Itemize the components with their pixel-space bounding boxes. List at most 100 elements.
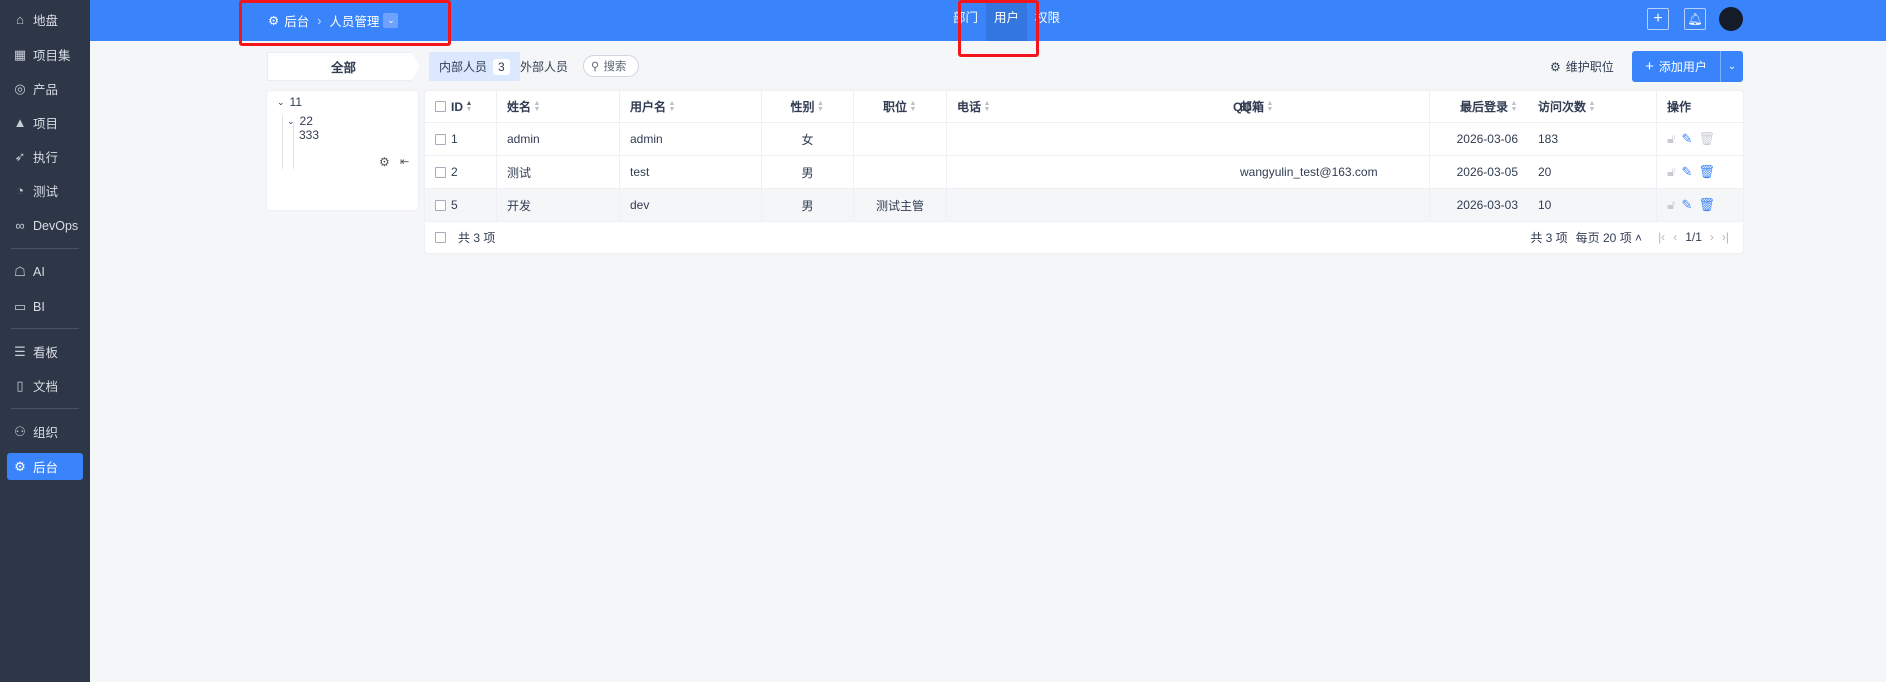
breadcrumb-backend[interactable]: 后台 — [284, 11, 309, 30]
page-size-select[interactable]: 每页 20 项 ˄ — [1576, 229, 1642, 246]
sidebar-item[interactable]: ⚙ 后台 — [7, 453, 83, 480]
row-checkbox[interactable] — [435, 166, 446, 178]
grid-icon: ▦ — [13, 46, 27, 62]
tab-department[interactable]: 部门 — [945, 0, 986, 41]
row-checkbox[interactable] — [435, 133, 446, 145]
tree-guide-line — [293, 122, 294, 169]
avatar[interactable] — [1719, 7, 1743, 31]
cell-phone — [947, 156, 1090, 188]
search-button[interactable]: ⚲ 搜索 — [583, 55, 639, 77]
chevron-down-icon[interactable]: ⌄ — [1721, 61, 1743, 72]
search-label: 搜索 — [603, 61, 627, 73]
chevron-down-icon[interactable]: ⌄ — [277, 97, 285, 108]
row-checkbox[interactable] — [435, 199, 446, 211]
sidebar-item[interactable]: ⚇ 组织 — [7, 418, 83, 445]
plus-icon[interactable]: + — [1647, 8, 1669, 30]
cell-id: 1 — [425, 123, 497, 155]
sidebar-item[interactable]: ▯ 文档 — [7, 372, 83, 399]
tree-node[interactable]: ⌄ 11 — [277, 94, 302, 110]
maintain-position-button[interactable]: ⚙ 维护职位 — [1550, 52, 1614, 81]
column-header[interactable]: 邮箱 ▲ ▼ — [1230, 91, 1430, 122]
count-badge: 3 — [493, 58, 510, 75]
sidebar-item[interactable]: ◔ 测试 — [7, 177, 83, 204]
sort-icon[interactable]: ▲ ▼ — [909, 100, 917, 113]
sidebar-item[interactable]: ▦ 项目集 — [7, 41, 83, 68]
gear-icon[interactable]: ⚙ — [379, 155, 390, 169]
cell-value: 男 — [801, 165, 814, 180]
column-header[interactable]: 姓名 ▲ ▼ — [497, 91, 620, 122]
sidebar-item[interactable]: ▲ 项目 — [7, 109, 83, 136]
sidebar-item[interactable]: ➶ 执行 — [7, 143, 83, 170]
column-header[interactable]: 最后登录 ▲ ▼ — [1430, 91, 1528, 122]
kanban-icon: ☰ — [14, 343, 26, 359]
trash-icon[interactable]: 🗑︎ — [1698, 197, 1715, 213]
select-all-checkbox[interactable] — [435, 231, 446, 243]
sidebar-item[interactable]: ☖ AI — [7, 258, 83, 285]
column-header[interactable]: 电话 ▲ ▼ — [947, 91, 1090, 122]
divider — [11, 328, 79, 329]
edit-icon[interactable]: ✎ — [1681, 164, 1692, 180]
cell-value: 5 — [451, 198, 458, 212]
cell-value: admin — [630, 132, 663, 146]
sidebar-item[interactable]: ∞ DevOps — [7, 212, 83, 239]
sort-icon[interactable]: ▲ ▼ — [465, 100, 473, 113]
tab-external[interactable]: 外部人员 — [520, 52, 568, 81]
sidebar-item[interactable]: ◎ 产品 — [7, 75, 83, 102]
chevron-down-icon[interactable]: ⌄ — [383, 13, 399, 28]
column-header-label: 职位 — [882, 100, 907, 114]
sidebar-item[interactable]: ☰ 看板 — [7, 338, 83, 365]
edit-icon[interactable]: ✎ — [1681, 197, 1692, 213]
sort-icon[interactable]: ▲ ▼ — [1588, 100, 1596, 113]
column-header[interactable]: ID ▲ ▼ — [425, 91, 497, 122]
prev-page-icon[interactable]: ‹ — [1673, 230, 1677, 244]
next-page-icon[interactable]: › — [1710, 230, 1714, 244]
sidebar-item-label: 项目 — [33, 117, 59, 131]
trash-icon[interactable]: 🗑︎ — [1698, 164, 1715, 180]
maintain-label: 维护职位 — [1565, 60, 1614, 74]
sort-icon[interactable]: ▲ ▼ — [668, 100, 676, 113]
tree-node-label: 22 — [299, 114, 313, 128]
tab-all[interactable]: 全部 — [267, 52, 420, 81]
column-header[interactable]: 访问次数 ▲ ▼ — [1528, 91, 1657, 122]
add-user-button[interactable]: + 添加用户 ⌄ — [1632, 51, 1743, 82]
last-page-icon[interactable]: ›| — [1722, 230, 1729, 244]
lock-icon[interactable]: 🔓︎ — [1667, 131, 1675, 147]
cell-visits: 183 — [1528, 123, 1657, 155]
cell-value: 男 — [801, 198, 814, 213]
sort-icon[interactable]: ▲ ▼ — [983, 100, 991, 113]
tab-user[interactable]: 用户 — [986, 0, 1028, 41]
cell-position — [854, 123, 947, 155]
cell-gender: 男 — [762, 189, 854, 221]
column-header[interactable]: QQ ▲ ▼ — [1083, 91, 1261, 122]
tree-node[interactable]: 333 — [299, 127, 319, 143]
column-header[interactable]: 职位 ▲ ▼ — [854, 91, 947, 122]
sidebar-item[interactable]: ▭ BI — [7, 293, 83, 320]
sort-icon[interactable]: ▲ ▼ — [1510, 100, 1518, 113]
column-header[interactable]: 用户名 ▲ ▼ — [620, 91, 762, 122]
lock-icon[interactable]: 🔓︎ — [1667, 164, 1675, 180]
cell-value: wangyulin_test@163.com — [1240, 165, 1378, 179]
first-page-icon[interactable]: |‹ — [1658, 230, 1665, 244]
sort-icon[interactable]: ▲ ▼ — [817, 100, 825, 113]
column-header[interactable]: 操作 — [1657, 91, 1743, 122]
bell-icon[interactable]: 🔔︎ — [1684, 8, 1706, 30]
sort-icon[interactable]: ▲ ▼ — [533, 100, 541, 113]
select-all-checkbox[interactable] — [435, 101, 446, 112]
divider — [11, 408, 79, 409]
tab-internal[interactable]: 内部人员 3 — [429, 52, 520, 81]
cell-visits: 20 — [1528, 156, 1657, 188]
tab-permission[interactable]: 权限 — [1027, 0, 1068, 41]
sidebar-item[interactable]: ⌂ 地盘 — [7, 6, 83, 33]
run-icon: ➶ — [14, 148, 26, 164]
sort-icon[interactable]: ▲ ▼ — [1266, 100, 1274, 113]
cell-phone — [947, 189, 1090, 221]
chevron-down-icon[interactable]: ⌄ — [287, 116, 295, 127]
breadcrumb-user-management[interactable]: 人员管理 — [329, 11, 379, 30]
collapse-icon[interactable]: ⇤ — [400, 155, 409, 168]
lock-icon[interactable]: 🔓︎ — [1667, 197, 1675, 213]
edit-icon[interactable]: ✎ — [1681, 131, 1692, 147]
chevron-right-icon: › — [317, 13, 322, 28]
trash-icon[interactable]: 🗑︎ — [1698, 131, 1715, 147]
column-header[interactable]: 性别 ▲ ▼ — [762, 91, 854, 122]
cell-value: 测试主管 — [875, 198, 924, 213]
